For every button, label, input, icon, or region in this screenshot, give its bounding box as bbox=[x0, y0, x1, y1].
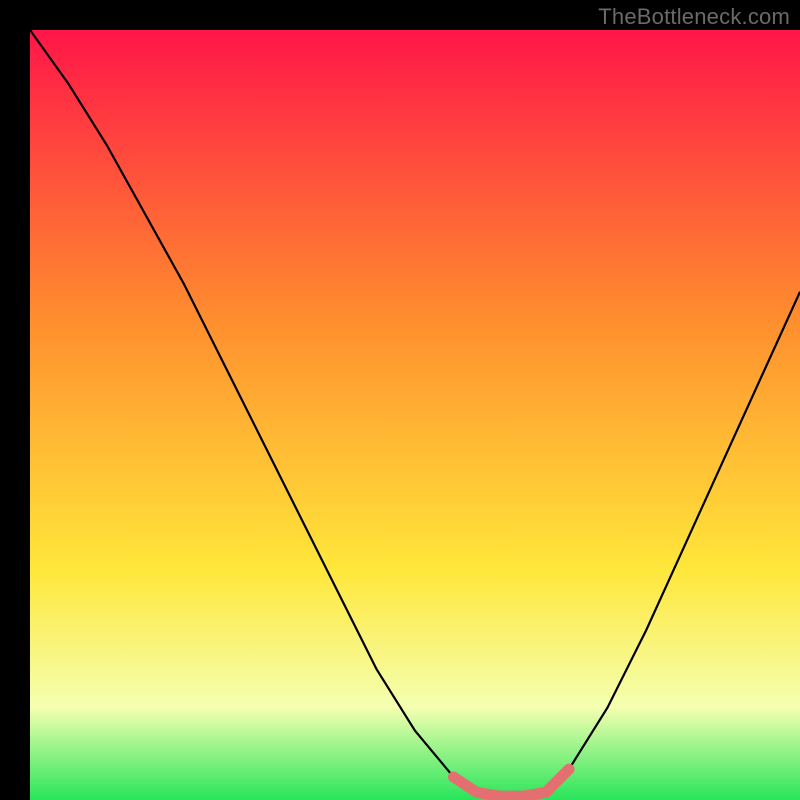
gradient-background bbox=[30, 30, 800, 800]
chart-svg bbox=[30, 30, 800, 800]
chart-frame: TheBottleneck.com bbox=[0, 0, 800, 800]
watermark-label: TheBottleneck.com bbox=[598, 4, 790, 30]
plot-area bbox=[30, 30, 800, 800]
